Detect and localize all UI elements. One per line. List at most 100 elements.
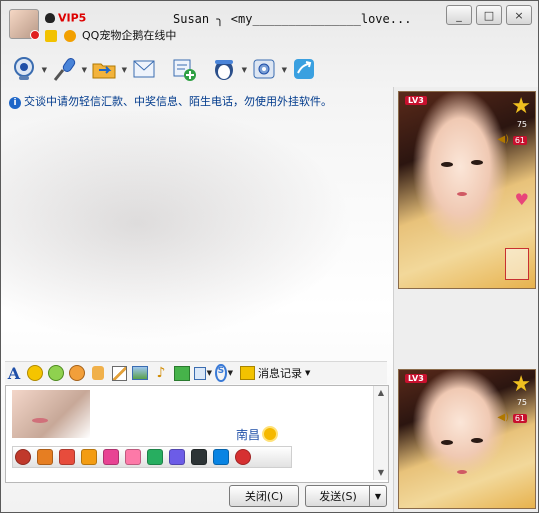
screenshot-icon <box>194 366 206 380</box>
penguin-icon <box>215 60 233 80</box>
heart-sticker-icon[interactable] <box>235 449 251 465</box>
create-group-button[interactable] <box>167 54 201 84</box>
eye-graphic <box>471 160 483 165</box>
status-dot-icon <box>30 30 40 40</box>
magic-emoji-button[interactable] <box>47 364 65 382</box>
chat-window: VIP5 Susan ╮ <my_______________love... Q… <box>0 0 539 513</box>
remote-icon <box>294 59 314 79</box>
sticker-bar <box>12 446 292 468</box>
screenshot-button[interactable]: ▼ <box>194 364 212 382</box>
input-scrollbar[interactable]: ▲ ▼ <box>373 386 388 480</box>
level-badge: LV3 <box>405 374 427 383</box>
emoji-button[interactable] <box>26 364 44 382</box>
sun-icon <box>264 428 276 440</box>
pet-icon[interactable] <box>63 30 76 42</box>
history-label: 消息记录 <box>258 367 302 380</box>
hand-icon <box>92 366 104 380</box>
speaker-icon[interactable]: ◀) <box>497 412 509 423</box>
minimize-button[interactable]: _ <box>446 5 472 25</box>
close-window-button[interactable]: × <box>506 5 532 25</box>
remote-assist-button[interactable] <box>287 54 321 84</box>
contact-show-image[interactable]: LV3 ★ 75 ◀) 61 ♥ <box>398 91 536 289</box>
eye-graphic <box>471 438 483 443</box>
title-bar: VIP5 Susan ╮ <my_______________love... Q… <box>1 1 538 45</box>
font-button[interactable]: A <box>5 364 23 383</box>
penguin-sticker-icon[interactable] <box>15 449 31 465</box>
star-icon[interactable] <box>45 30 57 42</box>
scroll-down-icon[interactable]: ▼ <box>374 466 388 480</box>
seal-stamp <box>505 248 529 280</box>
video-call-button[interactable]: ▼ <box>7 54 47 84</box>
avatar[interactable] <box>9 9 40 40</box>
magic-face-icon <box>48 365 64 381</box>
score-value: 75 <box>516 120 527 129</box>
message-history-button[interactable]: 消息记录 ▼ <box>240 365 310 381</box>
pencil-icon <box>111 365 127 381</box>
shake-icon <box>69 365 85 381</box>
chevron-down-icon[interactable]: ▼ <box>207 369 212 377</box>
vip-label: VIP5 <box>58 11 87 25</box>
chevron-down-icon: ▼ <box>305 369 311 377</box>
sticker-icon[interactable] <box>147 449 163 465</box>
soso-icon: S <box>215 364 227 382</box>
eye-graphic <box>441 162 453 167</box>
lips-graphic <box>32 418 48 423</box>
sticker-icon[interactable] <box>213 449 229 465</box>
self-show-image[interactable]: LV3 ★ 75 ◀) 61 <box>398 369 536 509</box>
folder-icon <box>92 63 116 79</box>
star-icon: ★ <box>511 94 531 119</box>
image-icon <box>132 366 148 380</box>
badge-value: 61 <box>512 136 527 145</box>
profile-panel: LV3 ★ 75 ◀) 61 ♥ LV3 ★ 75 ◀) 61 <box>393 87 538 512</box>
sticker-icon[interactable] <box>125 449 141 465</box>
app-menu-button[interactable]: ▼ <box>207 54 247 84</box>
shake-button[interactable] <box>68 364 86 382</box>
gift-icon <box>174 365 190 381</box>
sticker-icon[interactable] <box>103 449 119 465</box>
format-toolbar: A ♪ ▼ S ▼ 消息记录 ▼ <box>5 361 387 384</box>
send-image-button[interactable] <box>131 364 149 382</box>
message-history-area[interactable] <box>1 111 389 361</box>
sticker-icon[interactable] <box>81 449 97 465</box>
gift-button[interactable] <box>173 364 191 382</box>
voice-message-button[interactable] <box>89 364 107 382</box>
send-file-button[interactable]: ▼ <box>87 54 127 84</box>
contact-name: Susan ╮ <my_______________love... <box>173 12 412 26</box>
mail-icon <box>133 60 155 78</box>
sender-label: 南昌 <box>236 428 261 442</box>
status-line: QQ宠物企鹅在线中 <box>45 27 176 43</box>
send-mail-button[interactable] <box>127 54 161 84</box>
send-options-button[interactable]: ▼ <box>369 485 387 507</box>
webcam-icon <box>14 57 34 80</box>
settings-button[interactable]: ▼ <box>247 54 287 84</box>
music-button[interactable]: ♪ <box>152 364 170 382</box>
speaker-icon[interactable]: ◀) <box>497 134 509 145</box>
eye-graphic <box>441 440 453 445</box>
gear-icon <box>253 59 275 79</box>
scroll-up-icon[interactable]: ▲ <box>374 386 388 400</box>
send-button[interactable]: 发送(S) <box>305 485 370 507</box>
heart-icon[interactable]: ♥ <box>515 190 529 209</box>
close-button[interactable]: 关闭(C) <box>229 485 299 507</box>
microphone-icon <box>53 58 76 81</box>
mouth-graphic <box>457 192 467 196</box>
level-badge: LV3 <box>405 96 427 105</box>
soso-button[interactable]: S ▼ <box>215 364 233 382</box>
chevron-down-icon[interactable]: ▼ <box>228 369 233 377</box>
smiley-icon <box>27 365 43 381</box>
vip-badge[interactable]: VIP5 <box>45 11 86 25</box>
sticker-icon[interactable] <box>37 449 53 465</box>
status-text: QQ宠物企鹅在线中 <box>82 29 177 42</box>
message-input[interactable]: 南昌 ▲ ▼ <box>5 385 389 483</box>
voice-call-button[interactable]: ▼ <box>47 54 87 84</box>
sent-image-thumbnail[interactable] <box>12 390 90 438</box>
info-icon: i <box>9 97 21 109</box>
sticker-icon[interactable] <box>191 449 207 465</box>
maximize-button[interactable]: □ <box>476 5 502 25</box>
sticker-icon[interactable] <box>169 449 185 465</box>
window-controls: _ □ × <box>446 5 532 25</box>
group-add-icon <box>173 59 196 81</box>
music-icon: ♪ <box>156 365 166 381</box>
doodle-button[interactable] <box>110 364 128 382</box>
sticker-icon[interactable] <box>59 449 75 465</box>
